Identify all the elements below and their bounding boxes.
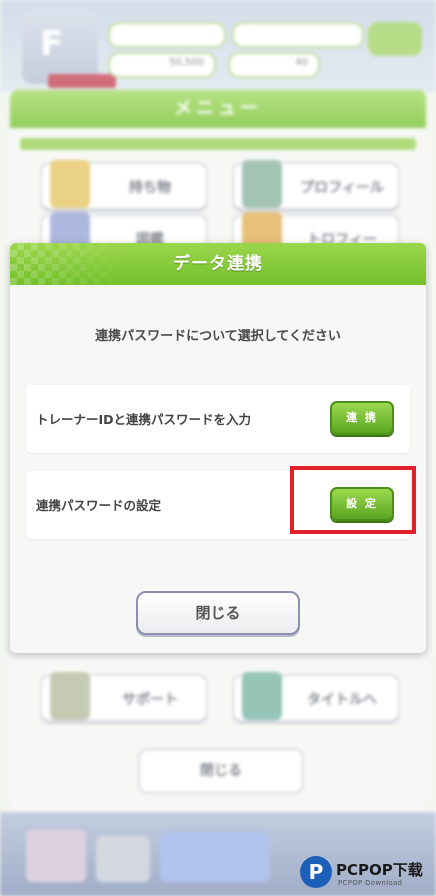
dialog-header: データ連携: [10, 243, 426, 285]
watermark-subtext: PCPOP Download: [338, 879, 403, 887]
dialog-title: データ連携: [173, 254, 263, 274]
watermark-logo: P: [300, 856, 332, 888]
option-card-link: トレーナーIDと連携パスワードを入力 連 携: [26, 385, 410, 453]
watermark: P PCPOP下载 PCPOP Download: [300, 852, 436, 896]
option-label: 連携パスワードの設定: [36, 498, 162, 513]
watermark-text: PCPOP下载: [336, 861, 423, 879]
option-label: トレーナーIDと連携パスワードを入力: [36, 412, 252, 427]
close-button[interactable]: 閉じる: [136, 591, 300, 635]
data-link-dialog: データ連携 連携パスワードについて選択してください トレーナーIDと連携パスワー…: [10, 243, 426, 653]
highlight-box: [290, 466, 416, 534]
dialog-prompt: 連携パスワードについて選択してください: [95, 329, 341, 344]
link-button[interactable]: 連 携: [330, 401, 394, 435]
